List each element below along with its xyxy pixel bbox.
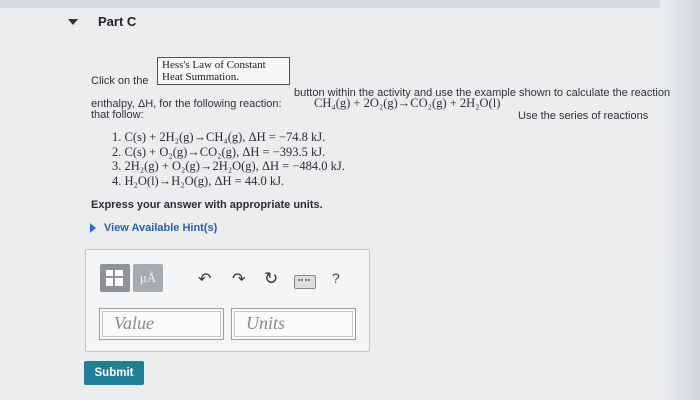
click-on-text: Click on the — [91, 75, 149, 87]
top-bar — [0, 0, 700, 8]
hess-button-line2: Heat Summation. — [162, 71, 239, 83]
units-icon[interactable]: μÅ — [133, 264, 163, 292]
units-input[interactable]: Units — [231, 308, 356, 340]
reaction-list: 1. C(s) + 2H₂(g)→CH₄(g), ΔH = −74.8 kJ. … — [112, 130, 345, 188]
redo-icon[interactable]: ↷ — [232, 269, 245, 289]
hess-button-line1: Hess's Law of Constant — [162, 59, 266, 71]
undo-icon[interactable]: ↶ — [198, 269, 211, 289]
express-instruction: Express your answer with appropriate uni… — [91, 199, 323, 211]
instruction-line3: that follow: — [91, 109, 144, 121]
keyboard-icon[interactable] — [294, 275, 316, 289]
reaction-3: 3. 2H₂(g) + O₂(g)→2H₂O(g), ΔH = −484.0 k… — [112, 159, 345, 173]
reset-icon[interactable]: ↻ — [264, 269, 278, 289]
expand-caret-icon[interactable] — [90, 223, 96, 233]
submit-button[interactable]: Submit — [84, 361, 144, 385]
answer-toolbar: μÅ — [100, 264, 166, 292]
hess-law-activity-button[interactable]: Hess's Law of Constant Heat Summation. — [157, 57, 290, 85]
collapse-caret-icon[interactable] — [68, 18, 78, 25]
value-input[interactable]: Value — [99, 308, 224, 340]
part-header[interactable]: Part C — [68, 14, 136, 29]
answer-panel: μÅ ↶ ↷ ↻ ? Value Units — [85, 249, 370, 352]
page-edge-shadow — [660, 0, 700, 400]
target-reaction: CH₄(g) + 2O₂(g)→CO₂(g) + 2H₂O(l) — [314, 96, 501, 110]
instruction-line2-end: Use the series of reactions — [518, 110, 649, 122]
view-hints-link[interactable]: View Available Hint(s) — [104, 222, 217, 234]
reaction-1: 1. C(s) + 2H₂(g)→CH₄(g), ΔH = −74.8 kJ. — [112, 130, 326, 144]
templates-icon[interactable] — [100, 264, 130, 292]
hint-toggle[interactable]: View Available Hint(s) — [90, 222, 217, 234]
reaction-4: 4. H₂O(l)→H₂O(g), ΔH = 44.0 kJ. — [112, 173, 285, 188]
help-icon[interactable]: ? — [332, 270, 340, 286]
reaction-2: 2. C(s) + O₂(g)→CO₂(g), ΔH = −393.5 kJ. — [112, 144, 326, 159]
part-title: Part C — [98, 14, 137, 29]
